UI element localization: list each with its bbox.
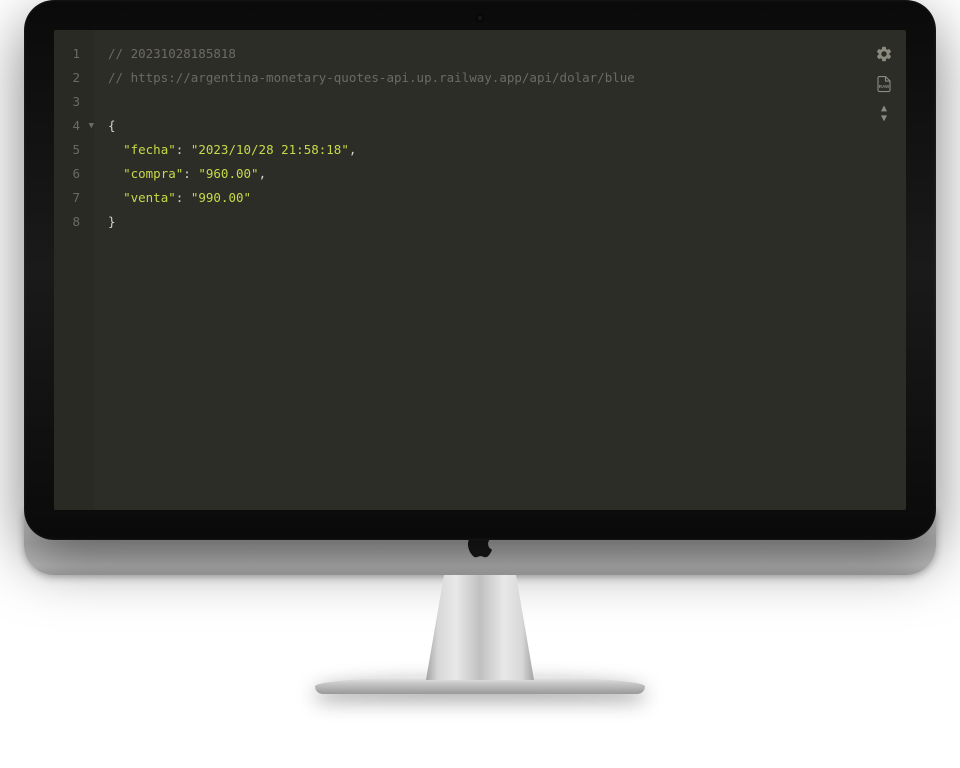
monitor-stand-neck bbox=[420, 575, 540, 680]
code-editor-screen: 1 2 3 4▼ 5 6 7 8 // 20231028185818 // ht… bbox=[54, 30, 906, 510]
json-value: "2023/10/28 21:58:18" bbox=[191, 142, 349, 157]
raw-file-icon[interactable]: RAW bbox=[874, 74, 894, 94]
line-number: 2 bbox=[54, 66, 94, 90]
viewer-toolbar: RAW ▲ ▼ bbox=[874, 44, 894, 124]
open-brace: { bbox=[108, 118, 116, 133]
json-key: "compra" bbox=[123, 166, 183, 181]
line-number: 5 bbox=[54, 138, 94, 162]
line-number: 1 bbox=[54, 42, 94, 66]
line-number: 4▼ bbox=[54, 114, 94, 138]
close-brace: } bbox=[108, 214, 116, 229]
line-number: 8 bbox=[54, 210, 94, 234]
imac-monitor: 1 2 3 4▼ 5 6 7 8 // 20231028185818 // ht… bbox=[24, 0, 936, 694]
gear-icon[interactable] bbox=[874, 44, 894, 64]
line-number: 6 bbox=[54, 162, 94, 186]
chevron-down-icon[interactable]: ▼ bbox=[881, 114, 887, 124]
json-value: "990.00" bbox=[191, 190, 251, 205]
code-content[interactable]: // 20231028185818 // https://argentina-m… bbox=[94, 30, 906, 510]
monitor-bezel: 1 2 3 4▼ 5 6 7 8 // 20231028185818 // ht… bbox=[24, 0, 936, 540]
line-number: 3 bbox=[54, 90, 94, 114]
fold-triangle-icon[interactable]: ▼ bbox=[89, 114, 94, 138]
json-key: "fecha" bbox=[123, 142, 176, 157]
webcam bbox=[476, 14, 484, 22]
url-comment: // https://argentina-monetary-quotes-api… bbox=[108, 70, 635, 85]
json-value: "960.00" bbox=[198, 166, 258, 181]
nav-arrows: ▲ ▼ bbox=[881, 104, 887, 124]
json-key: "venta" bbox=[123, 190, 176, 205]
line-number-gutter: 1 2 3 4▼ 5 6 7 8 bbox=[54, 30, 94, 510]
line-number: 7 bbox=[54, 186, 94, 210]
svg-text:RAW: RAW bbox=[879, 84, 890, 89]
timestamp-comment: // 20231028185818 bbox=[108, 46, 236, 61]
